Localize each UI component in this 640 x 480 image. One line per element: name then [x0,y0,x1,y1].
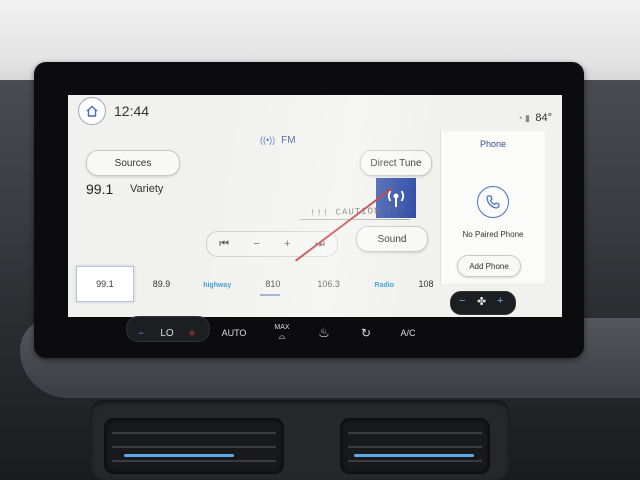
vent-light [354,454,474,457]
preset-label: 108 [418,279,434,289]
band-indicator: ((•)) FM [260,135,296,146]
plus-label: + [188,326,196,340]
station-name: Variety [130,183,164,195]
temp-setting: LO [156,320,178,346]
phone-status: No Paired Phone [462,230,524,239]
station-frequency: 99.1 [86,181,114,197]
defrost-icon: ⌓ [278,331,286,341]
fan-control: − ✤ + [450,291,516,315]
home-icon [86,105,98,117]
add-phone-label: Add Phone [469,261,509,271]
temp-down-button[interactable]: − [126,320,156,346]
band-label: FM [281,135,296,146]
infotainment-screen: 12:44 ◔ ▮ 84° ((•)) FM Sources Direct Tun… [68,95,562,317]
auto-button[interactable]: AUTO [206,320,262,346]
preset-label: 810 [265,279,281,289]
preset-item[interactable]: 99.1 [76,266,134,302]
direct-tune-button[interactable]: Direct Tune [360,150,432,176]
temp-label: LO [160,327,174,339]
preset-item[interactable]: 108 [412,267,440,301]
tune-down-button[interactable]: − [253,238,259,250]
home-button[interactable] [78,97,106,125]
vent-light [124,454,234,457]
temp-up-button[interactable]: + [178,320,206,346]
max-label: MAX [274,324,290,331]
fan-up-button[interactable]: + [497,295,503,307]
preset-item[interactable]: highway [189,267,245,301]
seek-back-button[interactable]: ⏮ [219,238,229,251]
clock: 12:44 [114,103,150,119]
outside-temperature: 84° [535,112,552,124]
antenna-icon: ((•)) [260,135,276,145]
auto-label: AUTO [221,328,247,338]
sound-button[interactable]: Sound [356,226,428,252]
handset-icon [486,195,500,209]
phone-icon [477,186,509,218]
recirculation-icon[interactable]: ↻ [346,320,386,346]
seat-icon[interactable]: ♨ [302,320,346,346]
status-bar: 12:44 ◔ ▮ 84° [68,95,562,127]
minus-label: − [138,328,144,338]
phone-title: Phone [479,139,507,149]
preset-label: 89.9 [152,279,171,289]
ac-label: A/C [400,328,416,338]
preset-logo: highway [203,282,232,289]
sources-label: Sources [114,157,152,169]
sound-label: Sound [377,233,407,245]
preset-logo: Radio [374,282,394,289]
phone-card[interactable]: Phone No Paired Phone Add Phone [440,131,545,283]
preset-item[interactable]: 89.9 [134,267,190,301]
sticker-line [300,219,410,220]
preset-bar: 99.1 89.9 highway 810 106.3 Radio 108 [76,266,440,302]
preset-item[interactable]: 106.3 [301,267,357,301]
signal-icon: ◔ ▮ [517,113,530,123]
climate-bar: − LO + AUTO MAX ⌓ ♨ ↻ A/C [126,317,516,349]
preset-label: 99.1 [96,279,114,289]
direct-tune-label: Direct Tune [370,157,422,169]
fan-icon: ✤ [477,296,487,308]
preset-item[interactable]: Radio [356,267,412,301]
air-vent-left[interactable] [104,418,284,474]
air-vent-right[interactable] [340,418,490,474]
ac-button[interactable]: A/C [386,320,430,346]
add-phone-button[interactable]: Add Phone [457,255,521,277]
preset-label: 106.3 [317,279,340,289]
page-indicator [260,294,280,296]
max-defrost-button[interactable]: MAX ⌓ [262,320,302,346]
sources-button[interactable]: Sources [86,150,180,176]
fan-down-button[interactable]: − [459,295,465,307]
tune-up-button[interactable]: + [284,238,290,250]
